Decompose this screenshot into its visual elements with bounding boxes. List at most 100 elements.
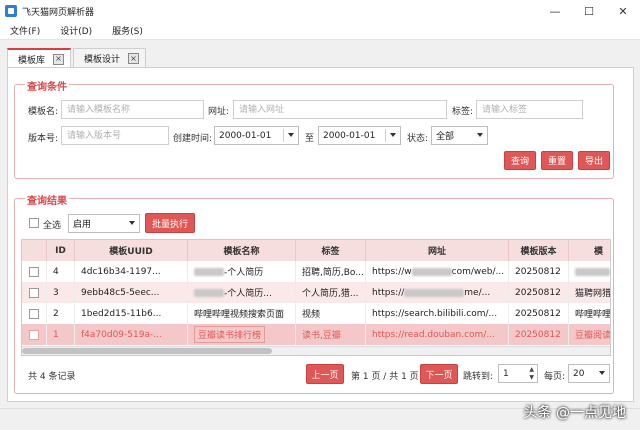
- template-name-input[interactable]: [61, 100, 204, 119]
- page-info: 第 1 页 / 共 1 页: [351, 372, 419, 382]
- close-button[interactable]: ✕: [606, 0, 640, 22]
- row-checkbox[interactable]: [29, 266, 39, 277]
- column-header[interactable]: 模板版本: [509, 240, 569, 261]
- total-records: 共 4 条记录: [28, 372, 76, 382]
- created-time-label: 创建时间:: [173, 134, 213, 144]
- to-label: 至: [305, 134, 315, 144]
- scrollbar-thumb[interactable]: [22, 348, 272, 354]
- row-version: 20250812: [509, 261, 569, 282]
- menu-file[interactable]: 文件(F): [10, 24, 40, 37]
- stepper-arrows-icon[interactable]: ▲ ▼: [529, 366, 534, 382]
- row-uuid: f4a70d09-519a-...: [75, 324, 188, 345]
- row-id: 2: [47, 303, 75, 324]
- jump-page-stepper[interactable]: 1 ▲ ▼: [498, 364, 538, 383]
- table-row[interactable]: 3 9ebb48c5-5eec... -个人简历... 个人简历,猎... ht…: [22, 282, 610, 303]
- row-name: 哔哩哔哩视频搜索页面: [188, 303, 296, 324]
- row-name: 豆瓣读书排行榜: [188, 324, 296, 345]
- status-select[interactable]: 全部: [431, 126, 488, 145]
- row-name: -个人简历...: [188, 282, 296, 303]
- row-url: https://me/...: [366, 282, 509, 303]
- row-uuid: 1bed2d15-11b6...: [75, 303, 188, 324]
- row-version: 20250812: [509, 303, 569, 324]
- title-bar: 飞天猫网页解析器 — ☐ ✕: [0, 0, 640, 22]
- date-from-value: 2000-01-01: [219, 130, 272, 141]
- menu-bar: 文件(F) 设计(D) 服务(S): [0, 22, 640, 40]
- tag-label: 标签:: [452, 107, 474, 117]
- minimize-button[interactable]: —: [538, 0, 572, 22]
- table-row[interactable]: 2 1bed2d15-11b6... 哔哩哔哩视频搜索页面 视频 https:/…: [22, 303, 610, 324]
- table-header: ID 模板UUID 模板名称 标签 网址 模板版本 模: [22, 240, 610, 261]
- watermark: 头条 @一点见地: [523, 405, 626, 421]
- app-icon: [5, 5, 17, 17]
- version-label: 版本号:: [28, 134, 59, 144]
- prev-page-button[interactable]: 上一页: [306, 364, 344, 384]
- tab-strip: 模板库 × 模板设计 ×: [7, 48, 148, 68]
- row-checkbox[interactable]: [29, 329, 39, 340]
- tab-template-design[interactable]: 模板设计 ×: [73, 48, 147, 68]
- reset-button[interactable]: 重置: [541, 151, 573, 170]
- row-id: 4: [47, 261, 75, 282]
- table-row[interactable]: 4 4dc16b34-1197... -个人简历 招聘,简历,Bo... htt…: [22, 261, 610, 282]
- column-header[interactable]: 模板名称: [188, 240, 296, 261]
- row-version: 20250812: [509, 282, 569, 303]
- per-page-select[interactable]: 20: [568, 364, 610, 383]
- date-to-value: 2000-01-01: [323, 130, 376, 141]
- url-input[interactable]: [233, 100, 447, 119]
- table-row[interactable]: 1 f4a70d09-519a-... 豆瓣读书排行榜 读书,豆瓣 https:…: [22, 324, 610, 345]
- row-id: 3: [47, 282, 75, 303]
- url-label: 网址:: [208, 107, 230, 117]
- chevron-down-icon: [129, 221, 135, 225]
- jump-page-value: 1: [503, 368, 509, 379]
- column-header[interactable]: 网址: [366, 240, 509, 261]
- per-page-label: 每页:: [544, 372, 566, 382]
- column-header[interactable]: ID: [47, 240, 75, 261]
- tab-template-library[interactable]: 模板库 ×: [7, 48, 72, 68]
- menu-design[interactable]: 设计(D): [60, 24, 92, 37]
- menu-service[interactable]: 服务(S): [112, 24, 143, 37]
- query-group-title: 查询条件: [25, 78, 69, 93]
- row-id: 1: [47, 324, 75, 345]
- batch-execute-button[interactable]: 批量执行: [145, 213, 195, 233]
- chevron-down-icon: [390, 133, 396, 137]
- row-checkbox[interactable]: [29, 308, 39, 319]
- batch-action-value: 启用: [73, 220, 92, 230]
- row-tag: 招聘,简历,Bo...: [296, 261, 366, 282]
- chevron-down-icon: [288, 133, 294, 137]
- tag-input[interactable]: [476, 100, 583, 119]
- date-from-picker[interactable]: 2000-01-01: [214, 126, 299, 145]
- row-url: https://read.douban.com/...: [366, 324, 509, 345]
- close-icon[interactable]: ×: [128, 53, 140, 64]
- window-title: 飞天猫网页解析器: [22, 7, 95, 18]
- per-page-value: 20: [573, 368, 585, 379]
- next-page-button[interactable]: 下一页: [420, 364, 458, 384]
- row-uuid: 4dc16b34-1197...: [75, 261, 188, 282]
- column-checkbox: [22, 240, 47, 261]
- date-to-picker[interactable]: 2000-01-01: [318, 126, 401, 145]
- row-tag: 视频: [296, 303, 366, 324]
- row-tag: 个人简历,猎...: [296, 282, 366, 303]
- row-desc: 豆瓣阅读原创排: [569, 324, 610, 345]
- select-all-checkbox[interactable]: [29, 218, 39, 228]
- horizontal-scrollbar[interactable]: [22, 346, 610, 355]
- chevron-down-icon: [477, 133, 483, 137]
- tab-label: 模板设计: [84, 55, 121, 65]
- row-url: https://w com/web/...: [366, 261, 509, 282]
- results-group-title: 查询结果: [25, 192, 69, 207]
- search-button[interactable]: 查询: [504, 151, 536, 170]
- tab-label: 模板库: [18, 55, 46, 66]
- batch-action-select[interactable]: 启用: [68, 214, 140, 233]
- column-header[interactable]: 模板UUID: [75, 240, 188, 261]
- export-button[interactable]: 导出: [578, 151, 610, 170]
- column-header[interactable]: 标签: [296, 240, 366, 261]
- row-version: 20250812: [509, 324, 569, 345]
- row-desc: 猫聘网猎头使用: [569, 282, 610, 303]
- column-header[interactable]: 模: [569, 240, 610, 261]
- row-url: https://search.bilibili.com/...: [366, 303, 509, 324]
- close-icon[interactable]: ×: [53, 53, 65, 65]
- version-input[interactable]: [61, 126, 169, 145]
- maximize-button[interactable]: ☐: [572, 0, 606, 22]
- row-checkbox[interactable]: [29, 287, 39, 298]
- row-desc: 个人: [569, 261, 610, 282]
- jump-label: 跳转到:: [463, 372, 494, 382]
- status-label: 状态:: [407, 134, 429, 144]
